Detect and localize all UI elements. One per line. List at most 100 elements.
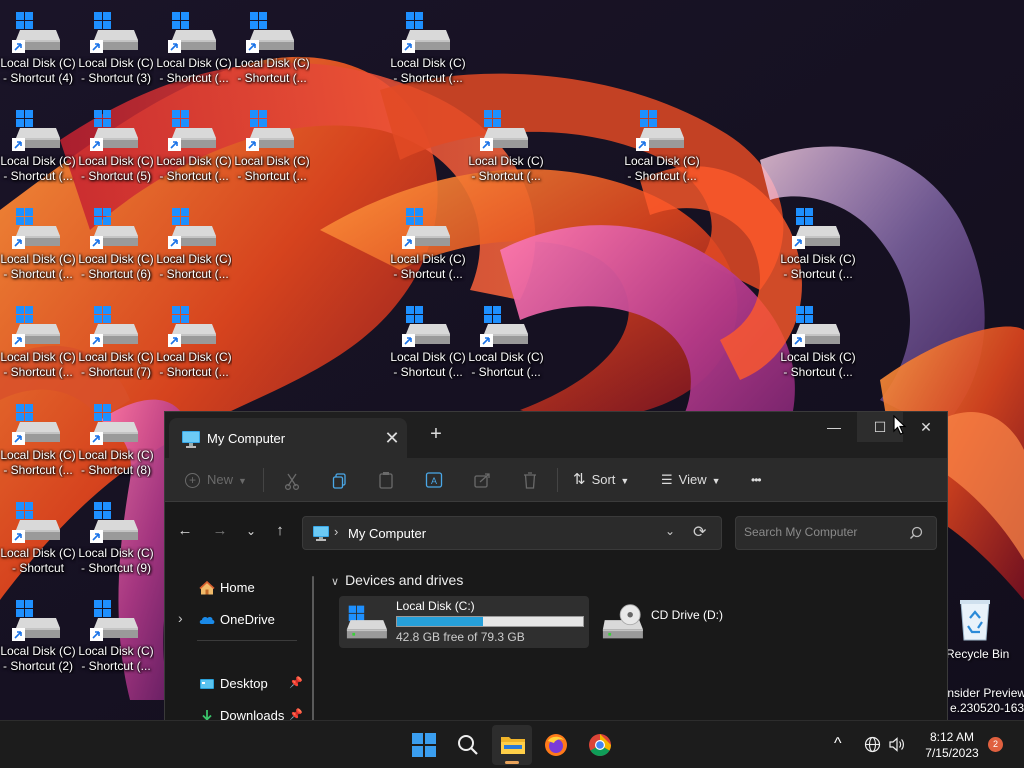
desktop-shortcut-local-disk[interactable]: Local Disk (C) - Shortcut (... — [78, 592, 154, 682]
desktop-shortcut-local-disk[interactable]: Local Disk (C) - Shortcut (8) — [78, 396, 154, 486]
search-box[interactable] — [735, 516, 937, 550]
file-explorer-window: My Computer ✕ + — ☐ ✕ + New ▼ A ⇅ Sort ▼ ☰ Vi… — [164, 411, 948, 720]
desktop-shortcut-local-disk[interactable]: Local Disk (C) - Shortcut (... — [234, 102, 310, 192]
drive-tile-cd-drive-d[interactable]: CD Drive (D:) — [595, 596, 755, 648]
desktop-icon-label: Local Disk (C) - Shortcut (3) — [78, 56, 154, 85]
desktop-icon-label: Local Disk (C) - Shortcut (9) — [78, 546, 154, 575]
desktop-shortcut-local-disk[interactable]: Local Disk (C) - Shortcut (9) — [78, 494, 154, 584]
desktop-icon-label: Local Disk (C) - Shortcut (7) — [78, 350, 154, 379]
desktop-shortcut-local-disk[interactable]: Local Disk (C) - Shortcut (... — [156, 298, 232, 388]
desktop-shortcut-local-disk[interactable]: Local Disk (C) - Shortcut — [0, 494, 76, 584]
sidebar-scrollbar[interactable] — [312, 576, 314, 720]
start-button[interactable] — [404, 725, 444, 765]
copy-icon[interactable] — [331, 466, 349, 494]
forward-button[interactable]: → — [207, 518, 233, 544]
refresh-button[interactable]: ⟳ — [693, 522, 706, 542]
desktop-shortcut-local-disk[interactable]: Local Disk (C) - Shortcut (... — [156, 200, 232, 290]
desktop-icon-label: Local Disk (C) - Shortcut (... — [390, 252, 466, 281]
recycle-bin-icon — [960, 600, 990, 641]
desktop-shortcut-local-disk[interactable]: Local Disk (C) - Shortcut (... — [390, 200, 466, 290]
drive-shortcut-icon — [246, 10, 296, 54]
sidebar-item-home[interactable]: Home — [165, 574, 305, 602]
desktop-shortcut-local-disk[interactable]: Local Disk (C) - Shortcut (... — [468, 298, 544, 388]
drive-shortcut-icon — [12, 108, 62, 152]
drive-tile-local-disk-c[interactable]: Local Disk (C:) 42.8 GB free of 79.3 GB — [339, 596, 589, 648]
section-title: Devices and drives — [345, 572, 464, 588]
minimize-button[interactable]: — — [811, 412, 857, 442]
taskbar-search-button[interactable] — [448, 725, 488, 765]
drive-name: Local Disk (C:) — [396, 599, 475, 613]
clock-date[interactable]: 7/15/2023 — [920, 746, 984, 760]
drive-shortcut-icon — [12, 206, 62, 250]
desktop-shortcut-local-disk[interactable]: Local Disk (C) - Shortcut (5) — [78, 102, 154, 192]
address-bar[interactable]: › My Computer ⌄ ⟳ — [302, 516, 722, 550]
sidebar-item-downloads[interactable]: Downloads 📌 — [165, 702, 305, 720]
drive-shortcut-icon — [90, 402, 140, 446]
desktop-shortcut-local-disk[interactable]: Local Disk (C) - Shortcut (7) — [78, 298, 154, 388]
recent-locations-button[interactable]: ⌄ — [238, 518, 264, 544]
close-window-button[interactable]: ✕ — [903, 412, 947, 442]
desktop-shortcut-local-disk[interactable]: Local Disk (C) - Shortcut (... — [156, 4, 232, 94]
sort-chevron-icon: ▼ — [620, 476, 630, 486]
search-icon[interactable] — [908, 525, 924, 541]
sidebar-item-desktop[interactable]: Desktop 📌 — [165, 670, 305, 698]
clock-time[interactable]: 8:12 AM — [920, 730, 984, 744]
taskbar-file-explorer-button[interactable] — [492, 725, 532, 765]
desktop-shortcut-local-disk[interactable]: Local Disk (C) - Shortcut (... — [0, 200, 76, 290]
sort-button[interactable]: ⇅ Sort ▼ — [573, 466, 635, 494]
desktop-shortcut-local-disk[interactable]: Local Disk (C) - Shortcut (6) — [78, 200, 154, 290]
search-input[interactable] — [744, 525, 904, 539]
sidebar-label: Downloads — [220, 708, 285, 720]
hard-drive-icon — [343, 602, 389, 642]
desktop-shortcut-local-disk[interactable]: Local Disk (C) - Shortcut (4) — [0, 4, 76, 94]
pin-icon[interactable]: 📌 — [289, 708, 303, 720]
desktop-shortcut-local-disk[interactable]: Local Disk (C) - Shortcut (... — [390, 298, 466, 388]
drive-shortcut-icon — [90, 304, 140, 348]
notification-badge[interactable]: 2 — [988, 737, 1003, 752]
address-dropdown-button[interactable]: ⌄ — [665, 524, 675, 538]
back-button[interactable]: ← — [172, 518, 198, 544]
view-button[interactable]: ☰ View ▼ — [661, 466, 727, 494]
section-header-devices[interactable]: ∨ Devices and drives — [331, 572, 463, 588]
desktop-recycle-bin[interactable]: Recycle Bin — [944, 598, 1024, 664]
show-hidden-icons-button[interactable]: ^ — [834, 735, 842, 753]
drive-shortcut-icon — [246, 108, 296, 152]
tab-title: My Computer — [207, 431, 286, 446]
desktop-shortcut-local-disk[interactable]: Local Disk (C) - Shortcut (... — [0, 298, 76, 388]
desktop-shortcut-local-disk[interactable]: Local Disk (C) - Shortcut (... — [780, 200, 856, 290]
breadcrumb-separator[interactable]: › — [334, 524, 338, 539]
delete-icon[interactable] — [521, 466, 539, 494]
rename-icon[interactable]: A — [425, 466, 443, 494]
cut-icon[interactable] — [283, 466, 301, 494]
share-icon[interactable] — [473, 466, 491, 494]
new-button[interactable]: + New ▼ — [185, 466, 249, 494]
more-options-button[interactable]: ••• — [751, 466, 771, 494]
paste-icon[interactable] — [377, 466, 395, 494]
desktop-shortcut-local-disk[interactable]: Local Disk (C) - Shortcut (... — [0, 396, 76, 486]
desktop-shortcut-local-disk[interactable]: Local Disk (C) - Shortcut (2) — [0, 592, 76, 682]
expand-chevron-icon[interactable]: › — [178, 610, 183, 626]
desktop-icon-label: Local Disk (C) - Shortcut (... — [234, 56, 310, 85]
desktop-shortcut-local-disk[interactable]: Local Disk (C) - Shortcut (... — [0, 102, 76, 192]
tab-close-button[interactable]: ✕ — [381, 427, 403, 449]
drive-shortcut-icon — [90, 206, 140, 250]
desktop-shortcut-local-disk[interactable]: Local Disk (C) - Shortcut (... — [156, 102, 232, 192]
taskbar-firefox-button[interactable] — [536, 725, 576, 765]
desktop-shortcut-local-disk[interactable]: Local Disk (C) - Shortcut (... — [390, 4, 466, 94]
desktop-shortcut-local-disk[interactable]: Local Disk (C) - Shortcut (... — [468, 102, 544, 192]
taskbar-chrome-button[interactable] — [580, 725, 620, 765]
title-bar[interactable]: My Computer ✕ + — ☐ ✕ — [165, 412, 947, 458]
sidebar-item-onedrive[interactable]: › OneDrive — [165, 606, 305, 634]
up-button[interactable]: ↑ — [267, 518, 293, 544]
desktop-shortcut-local-disk[interactable]: Local Disk (C) - Shortcut (... — [780, 298, 856, 388]
desktop-shortcut-local-disk[interactable]: Local Disk (C) - Shortcut (3) — [78, 4, 154, 94]
pin-icon[interactable]: 📌 — [289, 676, 303, 689]
desktop-shortcut-local-disk[interactable]: Local Disk (C) - Shortcut (... — [624, 102, 700, 192]
desktop-shortcut-local-disk[interactable]: Local Disk (C) - Shortcut (... — [234, 4, 310, 94]
new-tab-button[interactable]: + — [425, 423, 447, 445]
network-globe-icon[interactable] — [864, 736, 881, 753]
volume-icon[interactable] — [888, 736, 906, 753]
breadcrumb-my-computer[interactable]: My Computer — [348, 526, 426, 541]
drive-shortcut-icon — [12, 304, 62, 348]
tab-my-computer[interactable]: My Computer ✕ — [169, 418, 407, 458]
